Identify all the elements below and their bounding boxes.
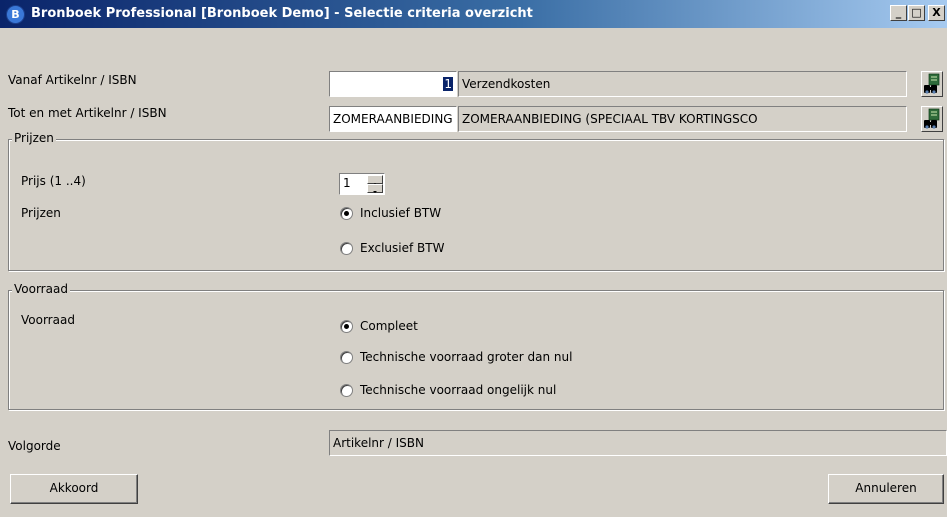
ok-button[interactable]: Akkoord	[10, 474, 138, 504]
radio-button-checked	[340, 207, 353, 220]
radio-label: Compleet	[360, 319, 418, 333]
stepper-down-button[interactable]	[367, 184, 383, 193]
prices-label: Prijzen	[21, 206, 61, 220]
radio-button-unchecked	[340, 242, 353, 255]
stepper-up-button[interactable]	[367, 175, 383, 185]
prices-group-legend: Prijzen	[12, 131, 56, 145]
article-from-lookup-button[interactable]	[921, 71, 943, 97]
price-level-label: Prijs (1 ..4)	[21, 174, 86, 188]
order-field[interactable]: Artikelnr / ISBN	[329, 430, 947, 456]
stock-label: Voorraad	[21, 313, 75, 327]
article-from-value: 1	[443, 77, 453, 91]
article-to-lookup-button[interactable]	[921, 106, 943, 132]
order-label: Volgorde	[8, 439, 61, 453]
article-from-input[interactable]: 1	[329, 71, 457, 97]
radio-label: Technische voorraad ongelijk nul	[360, 383, 557, 397]
binoculars-icon	[924, 108, 940, 129]
close-button[interactable]: X	[928, 5, 945, 21]
stock-group-legend: Voorraad	[12, 282, 70, 296]
maximize-button[interactable]: □	[908, 5, 925, 21]
minimize-button[interactable]: _	[890, 5, 907, 21]
cancel-button[interactable]: Annuleren	[828, 474, 944, 504]
title-bar[interactable]: B Bronboek Professional [Bronboek Demo] …	[0, 0, 947, 28]
binoculars-icon	[924, 73, 940, 94]
article-to-input[interactable]: ZOMERAANBIEDING	[329, 106, 457, 132]
price-level-stepper[interactable]: 1	[339, 173, 385, 195]
radio-button-unchecked	[340, 351, 353, 364]
radio-button-unchecked	[340, 384, 353, 397]
article-to-description: ZOMERAANBIEDING (SPECIAAL TBV KORTINGSCO	[458, 106, 907, 132]
radio-label: Inclusief BTW	[360, 206, 442, 220]
prices-group	[8, 139, 944, 271]
radio-button-checked	[340, 320, 353, 333]
price-level-value: 1	[343, 176, 351, 190]
arrow-down-icon	[373, 191, 377, 193]
radio-label: Exclusief BTW	[360, 241, 445, 255]
window-title: Bronboek Professional [Bronboek Demo] - …	[31, 6, 533, 21]
app-icon: B	[6, 5, 25, 24]
radio-label: Technische voorraad groter dan nul	[360, 350, 573, 364]
article-to-label: Tot en met Artikelnr / ISBN	[8, 106, 167, 120]
article-from-description: Verzendkosten	[458, 71, 907, 97]
article-from-label: Vanaf Artikelnr / ISBN	[8, 73, 137, 87]
